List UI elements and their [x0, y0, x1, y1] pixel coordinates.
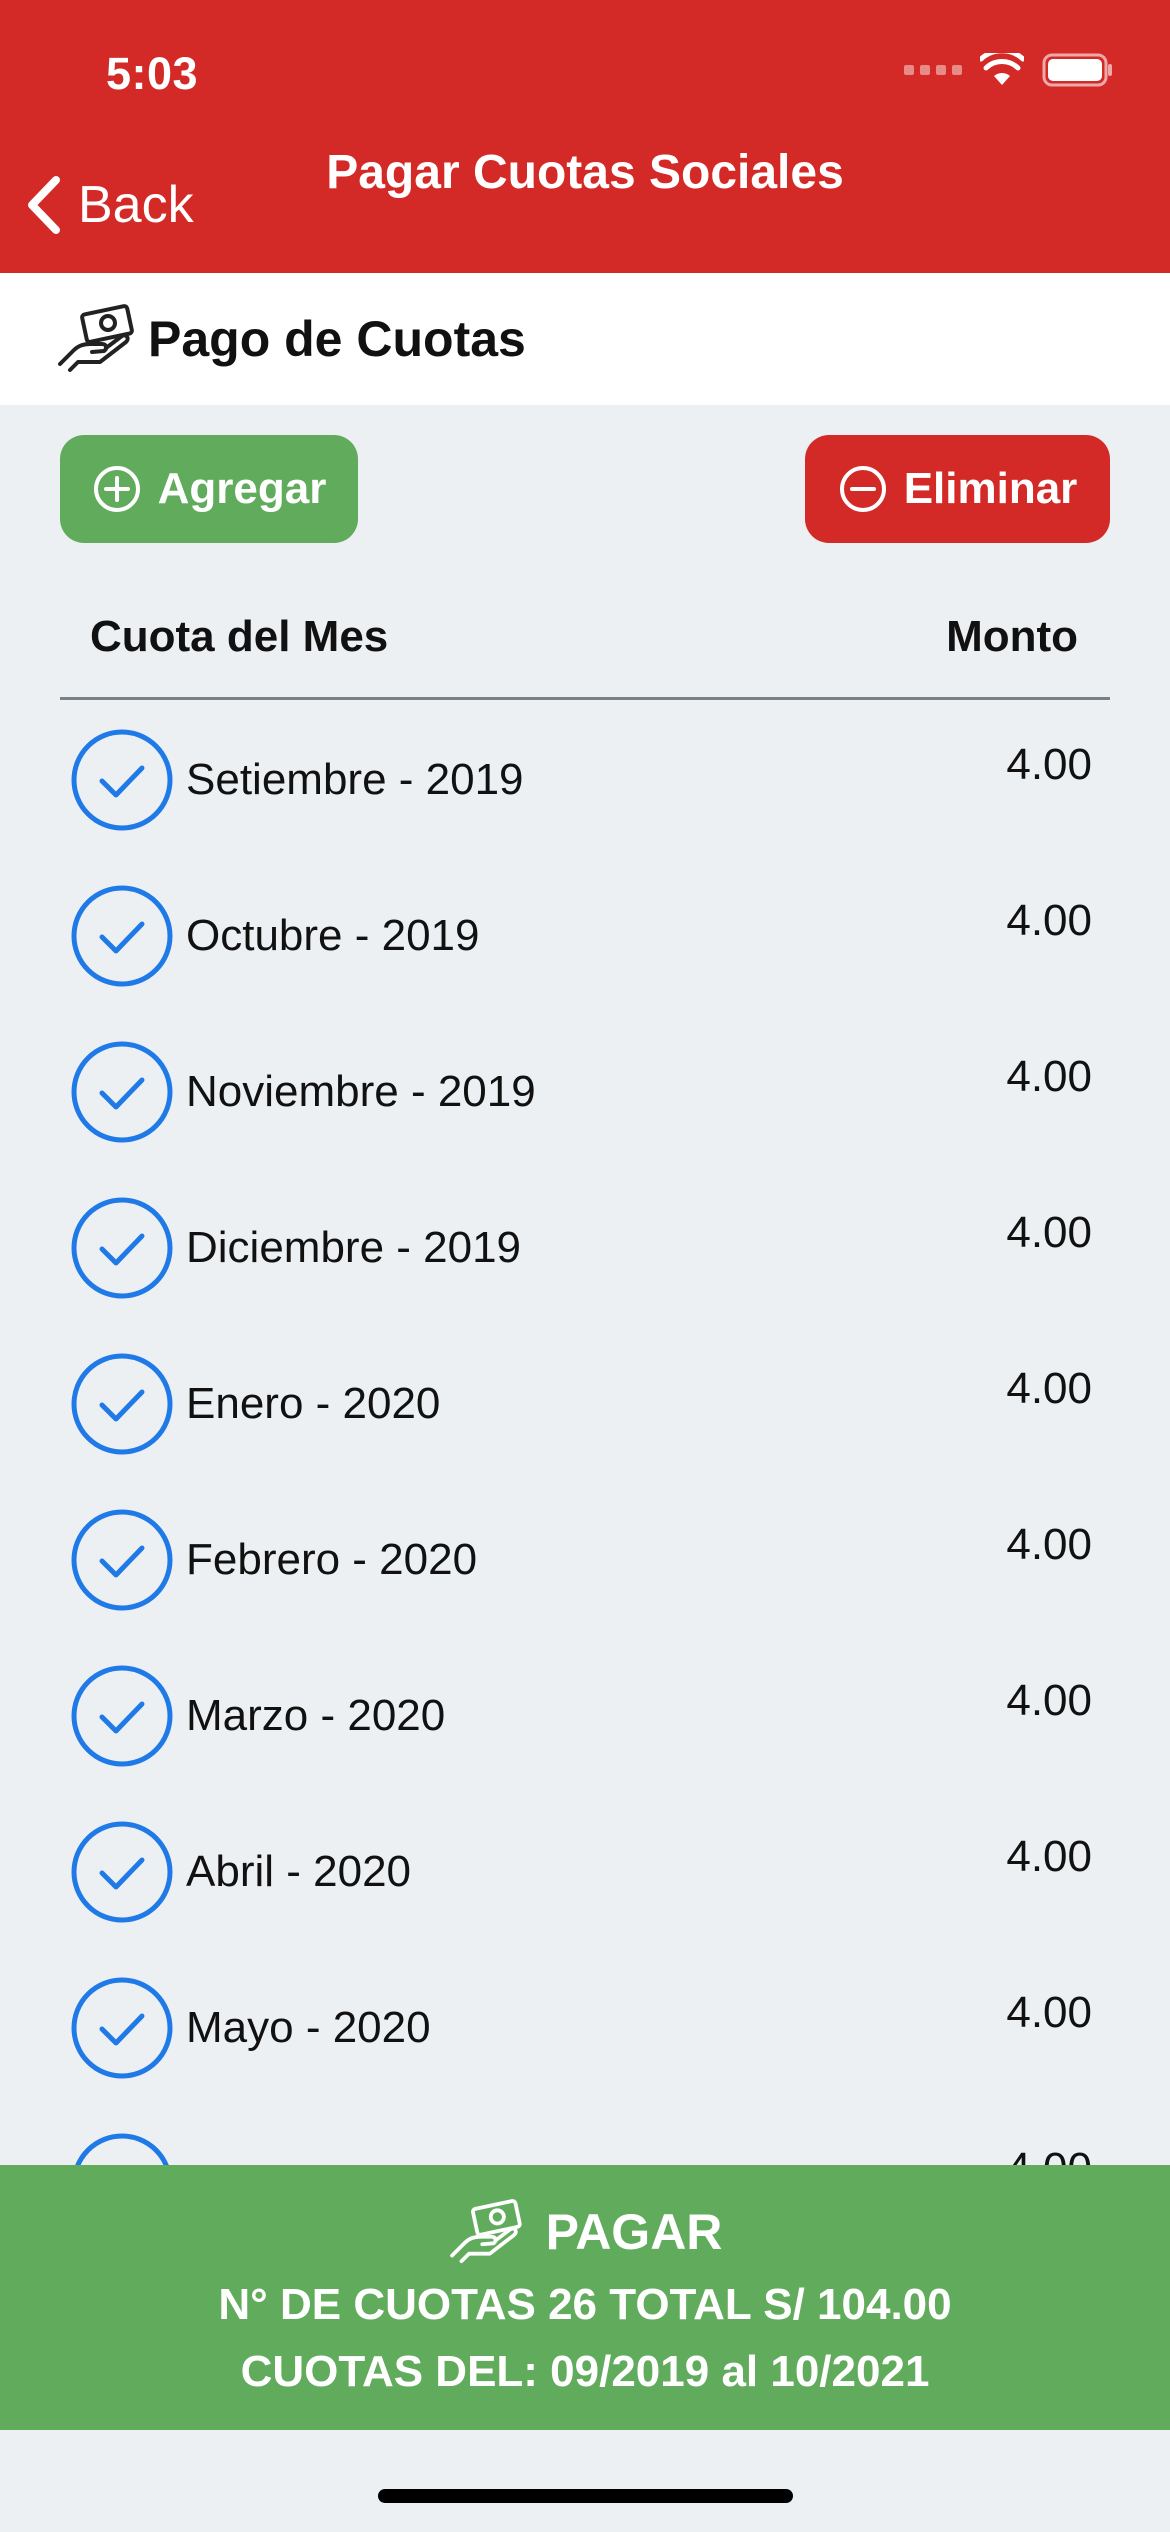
installment-month: Octubre - 2019: [186, 911, 480, 960]
column-header-month: Cuota del Mes: [90, 612, 389, 661]
installment-month: Marzo - 2020: [186, 1691, 446, 1740]
installment-month: Enero - 2020: [186, 1379, 441, 1428]
status-time: 5:03: [106, 48, 199, 99]
navigation-bar: 5:03 Back Pagar Cuotas Sociales: [0, 0, 1170, 273]
installment-month: Febrero - 2020: [186, 1535, 478, 1584]
check-circle-icon[interactable]: [70, 1352, 174, 1456]
hand-money-icon: [58, 304, 134, 372]
installment-amount: 4.00: [1006, 2144, 1092, 2165]
list-item: 4.00: [0, 2104, 1170, 2165]
check-circle-icon[interactable]: [70, 1664, 174, 1768]
check-circle-icon[interactable]: [70, 728, 174, 832]
check-circle-icon[interactable]: [70, 884, 174, 988]
check-circle-icon[interactable]: [70, 1976, 174, 2080]
pay-range: CUOTAS DEL: 09/2019 al 10/2021: [240, 2347, 930, 2396]
installment-month: Abril - 2020: [186, 1847, 412, 1896]
list-item: Febrero - 2020 4.00: [0, 1480, 1170, 1636]
status-icons: [904, 52, 1114, 88]
pay-button-header: PAGAR: [0, 2199, 1170, 2265]
cellular-signal-icon: [904, 65, 962, 75]
installment-month: Noviembre - 2019: [186, 1067, 536, 1116]
installment-month: Setiembre - 2019: [186, 755, 524, 804]
add-button-label: Agregar: [157, 464, 327, 513]
column-header-amount: Monto: [946, 612, 1078, 661]
battery-icon: [1042, 53, 1112, 87]
installments-list[interactable]: Setiembre - 2019 4.00 Octubre - 2019 4.0…: [0, 700, 1170, 2165]
check-circle-icon[interactable]: [70, 1820, 174, 1924]
check-circle-icon[interactable]: [70, 2132, 174, 2165]
home-indicator: [378, 2489, 793, 2503]
section-title: Pago de Cuotas: [148, 311, 526, 367]
hand-money-icon: [449, 2199, 522, 2264]
installment-amount: 4.00: [1006, 896, 1092, 945]
plus-circle-icon: [93, 466, 140, 512]
list-item: Enero - 2020 4.00: [0, 1324, 1170, 1480]
minus-circle-icon: [839, 466, 886, 512]
check-circle-icon[interactable]: [70, 1196, 174, 1300]
list-item: Octubre - 2019 4.00: [0, 856, 1170, 1012]
list-item: Setiembre - 2019 4.00: [0, 700, 1170, 856]
pay-summary: N° DE CUOTAS 26 TOTAL S/ 104.00: [218, 2280, 952, 2329]
wifi-icon: [980, 53, 1024, 85]
list-item: Mayo - 2020 4.00: [0, 1948, 1170, 2104]
pay-button[interactable]: PAGAR N° DE CUOTAS 26 TOTAL S/ 104.00 CU…: [0, 2165, 1170, 2430]
section-header: Pago de Cuotas: [0, 273, 1170, 405]
add-button[interactable]: Agregar: [60, 435, 358, 543]
list-item: Noviembre - 2019 4.00: [0, 1012, 1170, 1168]
table-header: Cuota del Mes Monto: [60, 600, 1110, 700]
installment-amount: 4.00: [1006, 1988, 1092, 2037]
check-circle-icon[interactable]: [70, 1040, 174, 1144]
installment-amount: 4.00: [1006, 1832, 1092, 1881]
list-item: Marzo - 2020 4.00: [0, 1636, 1170, 1792]
remove-button-label: Eliminar: [903, 464, 1078, 513]
pay-label: PAGAR: [545, 2204, 723, 2260]
installment-amount: 4.00: [1006, 1208, 1092, 1257]
installment-amount: 4.00: [1006, 1676, 1092, 1725]
installment-amount: 4.00: [1006, 740, 1092, 789]
list-item: Abril - 2020 4.00: [0, 1792, 1170, 1948]
remove-button[interactable]: Eliminar: [805, 435, 1110, 543]
installment-amount: 4.00: [1006, 1520, 1092, 1569]
page-title: Pagar Cuotas Sociales: [326, 146, 844, 199]
installment-month: Mayo - 2020: [186, 2003, 431, 2052]
installment-amount: 4.00: [1006, 1052, 1092, 1101]
installment-amount: 4.00: [1006, 1364, 1092, 1413]
installment-month: Diciembre - 2019: [186, 1223, 522, 1272]
check-circle-icon[interactable]: [70, 1508, 174, 1612]
list-item: Diciembre - 2019 4.00: [0, 1168, 1170, 1324]
